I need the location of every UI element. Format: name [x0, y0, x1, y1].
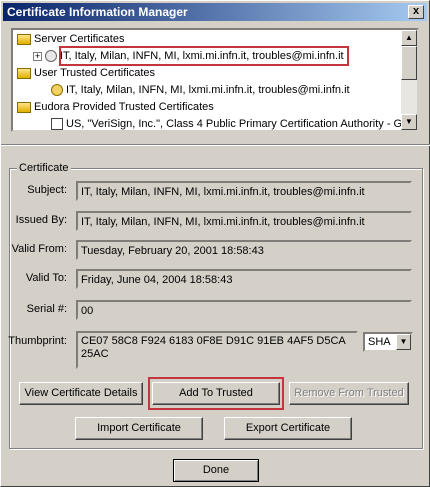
certificate-tree[interactable]: Server Certificates + IT, Italy, Milan, I…	[11, 28, 419, 132]
seal-certificate-icon	[51, 84, 63, 97]
scroll-thumb[interactable]	[401, 46, 417, 80]
highlight-box-add-button	[148, 377, 284, 410]
subject-label: Subject:	[27, 184, 67, 196]
thumbprint-field: CE07 58C8 F924 6183 0F8E D91C 91EB 4AF5 …	[76, 331, 358, 369]
hash-algorithm-value: SHA	[368, 336, 391, 348]
expand-plus-icon[interactable]: +	[33, 51, 42, 61]
highlight-box-server-cert	[59, 46, 349, 66]
tree-item-eudora-trusted[interactable]: Eudora Provided Trusted Certificates	[17, 99, 214, 116]
issued-by-field: IT, Italy, Milan, INFN, MI, lxmi.mi.infn…	[76, 211, 412, 231]
valid-from-field: Tuesday, February 20, 2001 18:58:43	[76, 240, 412, 260]
serial-label: Serial #:	[26, 303, 67, 315]
certificate-manager-window: Certificate Information Manager x Server…	[0, 0, 430, 487]
import-certificate-button[interactable]: Import Certificate	[75, 417, 203, 440]
close-button[interactable]: x	[408, 5, 424, 19]
scroll-up-arrow-icon[interactable]: ▲	[401, 30, 417, 46]
thumbprint-label: Thumbprint:	[8, 335, 67, 347]
tree-vertical-scrollbar[interactable]: ▲ ▼	[401, 30, 417, 130]
skull-certificate-icon	[45, 50, 57, 63]
chevron-down-icon[interactable]: ▼	[396, 334, 411, 350]
tree-item-user-trusted[interactable]: User Trusted Certificates	[17, 65, 155, 82]
subject-field: IT, Italy, Milan, INFN, MI, lxmi.mi.infn…	[76, 181, 412, 201]
issued-by-label: Issued By:	[15, 214, 67, 226]
separator	[1, 144, 430, 146]
valid-to-label: Valid To:	[25, 272, 67, 284]
view-certificate-details-button[interactable]: View Certificate Details	[19, 382, 143, 405]
window-title: Certificate Information Manager	[7, 5, 188, 19]
title-bar: Certificate Information Manager x	[3, 3, 427, 21]
tree-item-user-trusted-cert[interactable]: IT, Italy, Milan, INFN, MI, lxmi.mi.infn…	[51, 82, 350, 99]
tree-item-verisign-cert[interactable]: US, "VeriSign, Inc.", Class 4 Public Pri…	[51, 116, 417, 130]
remove-from-trusted-button[interactable]: Remove From Trusted	[289, 382, 409, 405]
serial-field: 00	[76, 300, 412, 320]
valid-from-label: Valid From:	[11, 243, 67, 255]
certificate-group-title: Certificate	[17, 162, 71, 174]
folder-open-icon	[17, 101, 31, 113]
folder-open-icon	[17, 33, 31, 45]
valid-to-field: Friday, June 04, 2004 18:58:43	[76, 269, 412, 289]
export-certificate-button[interactable]: Export Certificate	[224, 417, 352, 440]
scroll-down-arrow-icon[interactable]: ▼	[401, 114, 417, 130]
done-button[interactable]: Done	[173, 459, 259, 482]
close-icon: x	[412, 5, 420, 17]
hash-algorithm-select[interactable]: SHA ▼	[363, 332, 413, 352]
folder-open-icon	[17, 67, 31, 79]
document-certificate-icon	[51, 118, 63, 130]
